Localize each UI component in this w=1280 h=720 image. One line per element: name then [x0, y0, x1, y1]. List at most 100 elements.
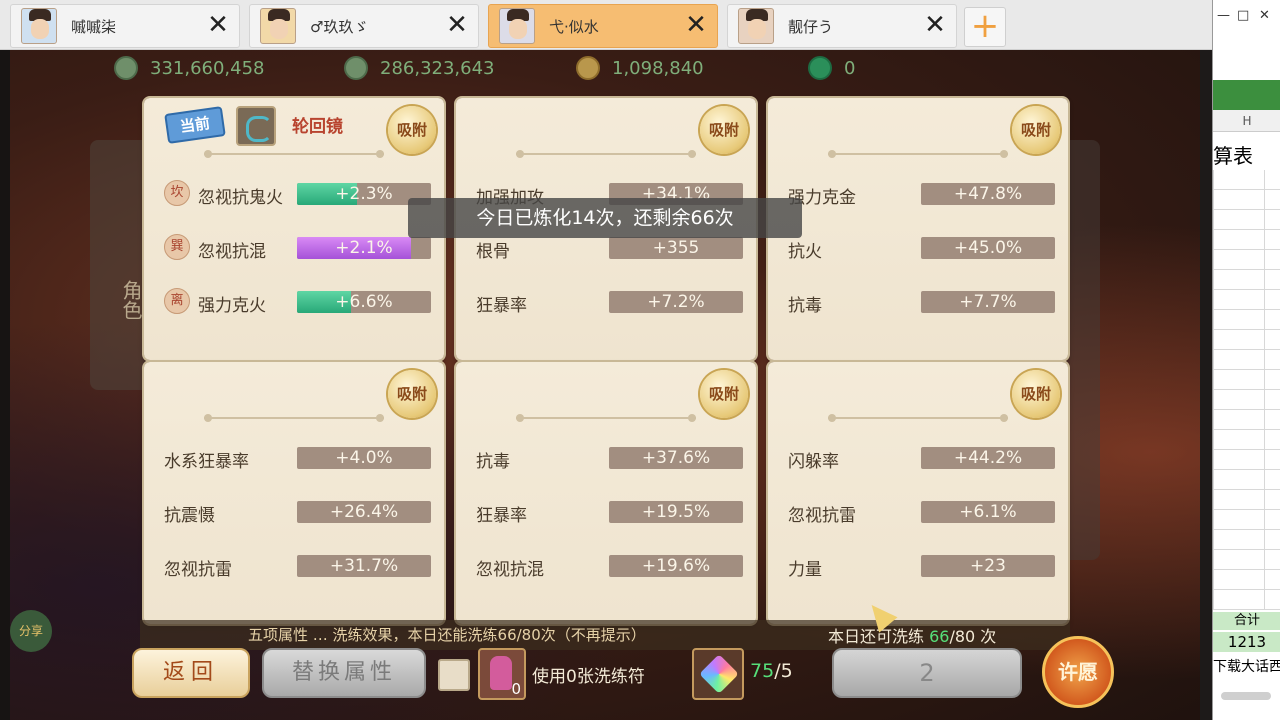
attribute-name: 强力克火 — [198, 296, 266, 316]
avatar — [21, 8, 57, 44]
attribute-value: +19.5% — [641, 502, 711, 522]
attribute-name: 抗毒 — [788, 296, 822, 316]
attribute-bar: +7.7% — [921, 291, 1055, 313]
frame-right — [1200, 50, 1212, 720]
hand-charm-icon — [490, 656, 512, 690]
attribute-row: 抗毒 +37.6% — [476, 444, 744, 472]
attribute-value: +6.6% — [335, 292, 393, 312]
use-charm-text: 使用0张洗练符 — [532, 667, 645, 687]
divider — [516, 414, 696, 422]
sheet-grid[interactable] — [1213, 170, 1280, 610]
attribute-bar: +6.6% — [297, 291, 431, 313]
sheet-title: 算表 — [1213, 144, 1253, 168]
close-icon[interactable]: ✕ — [205, 12, 231, 39]
attribute-row: 狂暴率 +19.5% — [476, 498, 744, 526]
add-tab-button[interactable]: + — [964, 7, 1006, 47]
side-tab-character[interactable]: 角色 — [90, 140, 146, 390]
attribute-row: 根骨 +355 — [476, 234, 744, 262]
share-button[interactable]: 分享 — [10, 610, 52, 652]
tab-label: 弋·似水 — [549, 17, 599, 36]
ribbon-bar — [1213, 80, 1280, 110]
attribute-bar: +45.0% — [921, 237, 1055, 259]
sum-label[interactable]: 合计 — [1213, 612, 1280, 630]
tab-account-3[interactable]: 弋·似水 ✕ — [488, 4, 718, 48]
currency-value: 1,098,840 — [612, 57, 704, 79]
attribute-bar: +47.8% — [921, 183, 1055, 205]
attribute-card-6: 吸附 闪躲率 +44.2% 忽视抗雷 +6.1% 力量 +23 — [768, 362, 1068, 624]
attribute-name: 忽视抗雷 — [164, 560, 232, 580]
jade-icon — [808, 56, 832, 80]
attribute-name: 狂暴率 — [476, 296, 527, 316]
back-button[interactable]: 返回 — [132, 648, 250, 698]
tab-account-2[interactable]: ♂玖玖ゞ ✕ — [249, 4, 479, 48]
tab-account-1[interactable]: 嘁嘁柒 ✕ — [10, 4, 240, 48]
refine-button[interactable]: 2 — [832, 648, 1022, 698]
absorb-button[interactable]: 吸附 — [1012, 106, 1060, 154]
divider — [204, 414, 384, 422]
silver-icon — [114, 56, 138, 80]
absorb-button[interactable]: 吸附 — [700, 106, 748, 154]
attribute-value: +47.8% — [953, 184, 1023, 204]
element-badge: 坎 — [164, 180, 190, 206]
replace-attributes-button[interactable]: 替换属性 — [262, 648, 426, 698]
attribute-row: 忽视抗混 +19.6% — [476, 552, 744, 580]
attribute-row: 抗震慑 +26.4% — [164, 498, 432, 526]
attribute-card-5: 吸附 抗毒 +37.6% 狂暴率 +19.5% 忽视抗混 +19.6% — [456, 362, 756, 624]
attribute-bar: +19.5% — [609, 501, 743, 523]
mirror-icon — [236, 106, 276, 146]
absorb-button[interactable]: 吸附 — [700, 370, 748, 418]
sum-value[interactable]: 1213 — [1213, 632, 1280, 652]
attribute-value: +31.7% — [329, 556, 399, 576]
column-header[interactable]: H — [1213, 110, 1280, 132]
horizontal-scrollbar[interactable] — [1221, 692, 1271, 700]
close-icon[interactable]: ✕ — [444, 12, 470, 39]
attribute-card-1: 当前 轮回镜 吸附 坎 忽视抗鬼火 +2.3% 巽 忽视抗混 +2.1% 离 强… — [144, 98, 444, 360]
attribute-row: 水系狂暴率 +4.0% — [164, 444, 432, 472]
wash-charm-slot[interactable]: 0 — [478, 648, 526, 700]
attribute-value: +6.1% — [959, 502, 1017, 522]
wish-button[interactable]: 许愿 — [1042, 636, 1114, 708]
tab-bar: 嘁嘁柒 ✕ ♂玖玖ゞ ✕ 弋·似水 ✕ 靓仔う ✕ + — [0, 0, 1212, 50]
divider — [204, 150, 384, 158]
avatar — [260, 8, 296, 44]
charm-count: 0 — [511, 680, 521, 698]
absorb-button[interactable]: 吸附 — [1012, 370, 1060, 418]
currency-value: 0 — [844, 57, 856, 79]
attribute-name: 水系狂暴率 — [164, 452, 249, 472]
currency-silver: 331,660,458 — [114, 56, 265, 80]
remaining-suffix: /80 次 — [949, 627, 997, 646]
attribute-bar: +26.4% — [297, 501, 431, 523]
spreadsheet-window: — □ ✕ H 算表 合计 1213 下载大话西 — [1212, 0, 1280, 720]
close-icon[interactable]: ✕ — [1259, 8, 1270, 23]
use-charm-checkbox[interactable] — [438, 659, 470, 691]
currency-value: 286,323,643 — [380, 57, 495, 79]
attribute-row: 离 强力克火 +6.6% — [164, 288, 432, 316]
attribute-bar: +37.6% — [609, 447, 743, 469]
attribute-bar: +355 — [609, 237, 743, 259]
close-icon[interactable]: ✕ — [922, 12, 948, 39]
window-controls: — □ ✕ — [1213, 8, 1280, 28]
attribute-bar: +23 — [921, 555, 1055, 577]
card-title: 轮回镜 — [292, 117, 343, 137]
attribute-name: 力量 — [788, 560, 822, 580]
minimize-icon[interactable]: — — [1217, 8, 1230, 23]
absorb-button[interactable]: 吸附 — [388, 370, 436, 418]
attribute-name: 抗震慑 — [164, 506, 215, 526]
absorb-button[interactable]: 吸附 — [388, 106, 436, 154]
attribute-row: 闪躲率 +44.2% — [788, 444, 1056, 472]
attribute-bar: +19.6% — [609, 555, 743, 577]
app-window: 嘁嘁柒 ✕ ♂玖玖ゞ ✕ 弋·似水 ✕ 靓仔う ✕ + — □ ✕ H 算表 合… — [0, 0, 1280, 720]
frame-left — [0, 50, 10, 720]
close-icon[interactable]: ✕ — [683, 12, 709, 39]
maximize-icon[interactable]: □ — [1237, 8, 1249, 23]
tab-account-4[interactable]: 靓仔う ✕ — [727, 4, 957, 48]
gem-slot[interactable] — [692, 648, 744, 700]
attribute-bar: +44.2% — [921, 447, 1055, 469]
currency-coin: 1,098,840 — [576, 56, 704, 80]
attribute-row: 坎 忽视抗鬼火 +2.3% — [164, 180, 432, 208]
attribute-name: 忽视抗鬼火 — [198, 188, 283, 208]
attribute-row: 力量 +23 — [788, 552, 1056, 580]
sheet-footer-text[interactable]: 下载大话西 — [1213, 656, 1280, 676]
attribute-value: +37.6% — [641, 448, 711, 468]
tab-label: 嘁嘁柒 — [71, 17, 117, 36]
